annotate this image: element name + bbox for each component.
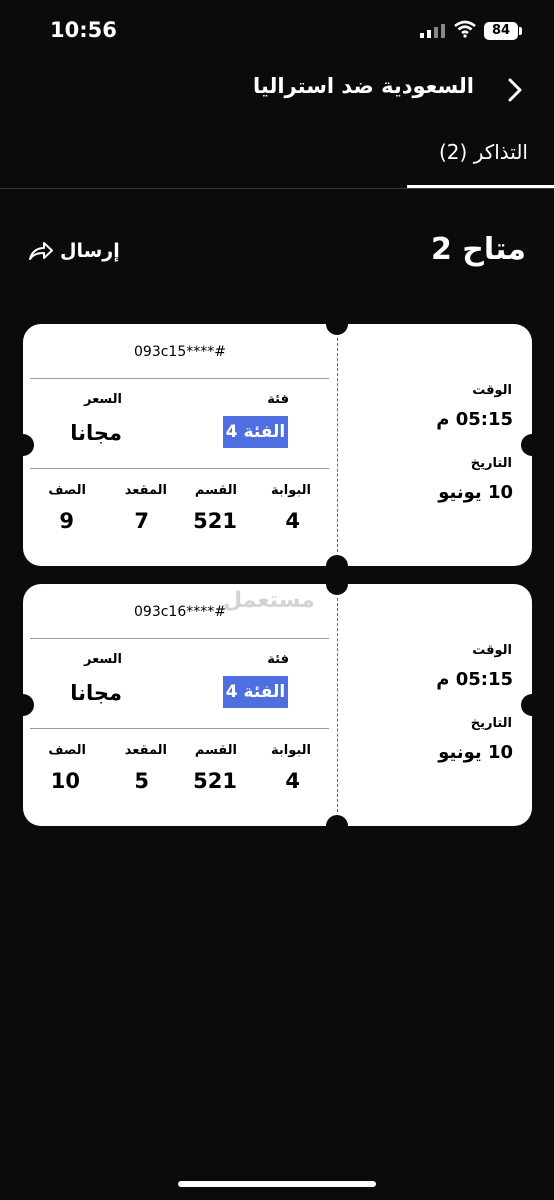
row-value: 10 [50, 769, 80, 793]
share-arrow-icon [29, 242, 53, 260]
category-label: فئة [267, 652, 289, 667]
send-label: إرسال [60, 240, 120, 262]
category-value: الفئة 4 [223, 676, 288, 708]
back-chevron-icon[interactable] [500, 76, 528, 104]
ticket-notch [326, 313, 348, 335]
header-divider [0, 188, 554, 189]
row-label: الصف [48, 483, 86, 498]
time-value: 05:15 م [436, 669, 513, 690]
ticket-notch [12, 694, 34, 716]
category-label: فئة [267, 392, 289, 407]
price-label: السعر [84, 652, 122, 667]
section-value: 521 [193, 509, 237, 533]
ticket-divider [30, 728, 329, 729]
ticket-divider [30, 468, 329, 469]
seat-label: المقعد [124, 743, 167, 758]
seat-value: 7 [134, 509, 149, 533]
gate-value: 4 [285, 509, 300, 533]
ticket-perforation [337, 598, 338, 812]
ticket-notch [12, 434, 34, 456]
watermark-logo: مستعمل [223, 588, 315, 613]
ticket-card[interactable]: 093c15****# فئة السعر الفئة 4 مجانا البو… [12, 313, 543, 577]
wifi-icon [454, 20, 476, 38]
row-label: الصف [48, 743, 86, 758]
ticket-card[interactable]: 093c16****# فئة السعر الفئة 4 مجانا البو… [12, 573, 543, 837]
row-value: 9 [59, 509, 74, 533]
price-value: مجانا [70, 421, 122, 445]
seat-label: المقعد [124, 483, 167, 498]
send-button[interactable]: إرسال [28, 240, 120, 262]
home-indicator[interactable] [178, 1181, 376, 1187]
ticket-perforation [337, 338, 338, 552]
ticket-divider [30, 378, 329, 379]
section-label: القسم [194, 483, 237, 498]
category-value: الفئة 4 [223, 416, 288, 448]
price-label: السعر [84, 392, 122, 407]
cellular-signal-icon [420, 24, 445, 38]
price-value: مجانا [70, 681, 122, 705]
tab-tickets[interactable]: التذاكر (2) [439, 140, 528, 164]
ticket-notch [326, 815, 348, 837]
seat-value: 5 [134, 769, 149, 793]
date-label: التاريخ [470, 456, 512, 471]
date-value: 10 يونيو [438, 742, 513, 763]
status-time: 10:56 [50, 18, 117, 42]
time-value: 05:15 م [436, 409, 513, 430]
gate-label: البوابة [270, 743, 311, 758]
battery-tip [519, 27, 522, 35]
available-count: متاح 2 [430, 232, 526, 267]
ticket-divider [30, 638, 329, 639]
date-value: 10 يونيو [438, 482, 513, 503]
gate-label: البوابة [270, 483, 311, 498]
section-value: 521 [193, 769, 237, 793]
ticket-notch [521, 694, 543, 716]
time-label: الوقت [472, 383, 512, 398]
gate-value: 4 [285, 769, 300, 793]
page-title: السعودية ضد استراليا [253, 74, 474, 98]
date-label: التاريخ [470, 716, 512, 731]
ticket-code: 093c15****# [134, 344, 226, 360]
time-label: الوقت [472, 643, 512, 658]
ticket-notch [521, 434, 543, 456]
battery-icon: 84 [484, 22, 518, 40]
ticket-notch [326, 573, 348, 595]
section-label: القسم [194, 743, 237, 758]
